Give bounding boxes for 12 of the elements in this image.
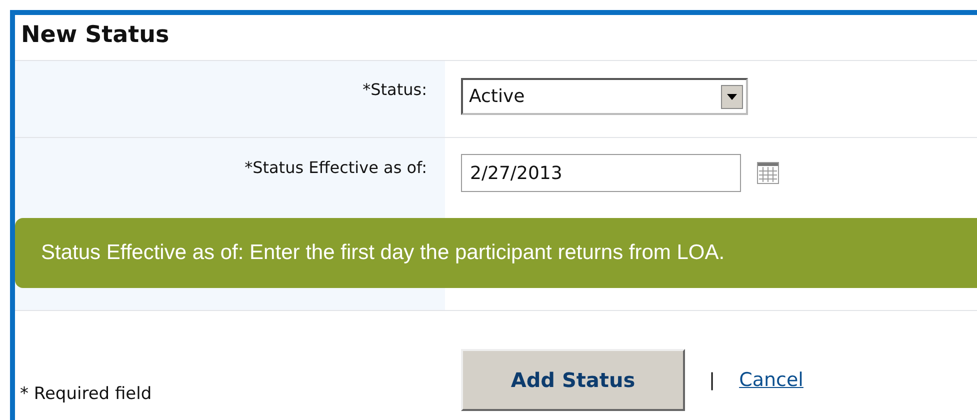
calendar-icon[interactable] bbox=[757, 162, 779, 184]
dropdown-arrow-icon bbox=[727, 94, 737, 100]
cancel-link[interactable]: Cancel bbox=[739, 366, 804, 394]
required-field-note: * Required field bbox=[20, 382, 152, 406]
field-label: *Status Effective as of: bbox=[244, 158, 427, 177]
date-field[interactable]: 2/27/2013 bbox=[461, 154, 741, 192]
add-status-button[interactable]: Add Status bbox=[461, 349, 685, 411]
field-label: *Status: bbox=[362, 80, 427, 99]
separator: | bbox=[709, 368, 716, 392]
status-dropdown[interactable]: Active bbox=[461, 78, 748, 115]
tooltip: Status Effective as of: Enter the first day the participant returns from LOA. bbox=[15, 218, 977, 288]
panel-title: New Status bbox=[20, 21, 170, 50]
